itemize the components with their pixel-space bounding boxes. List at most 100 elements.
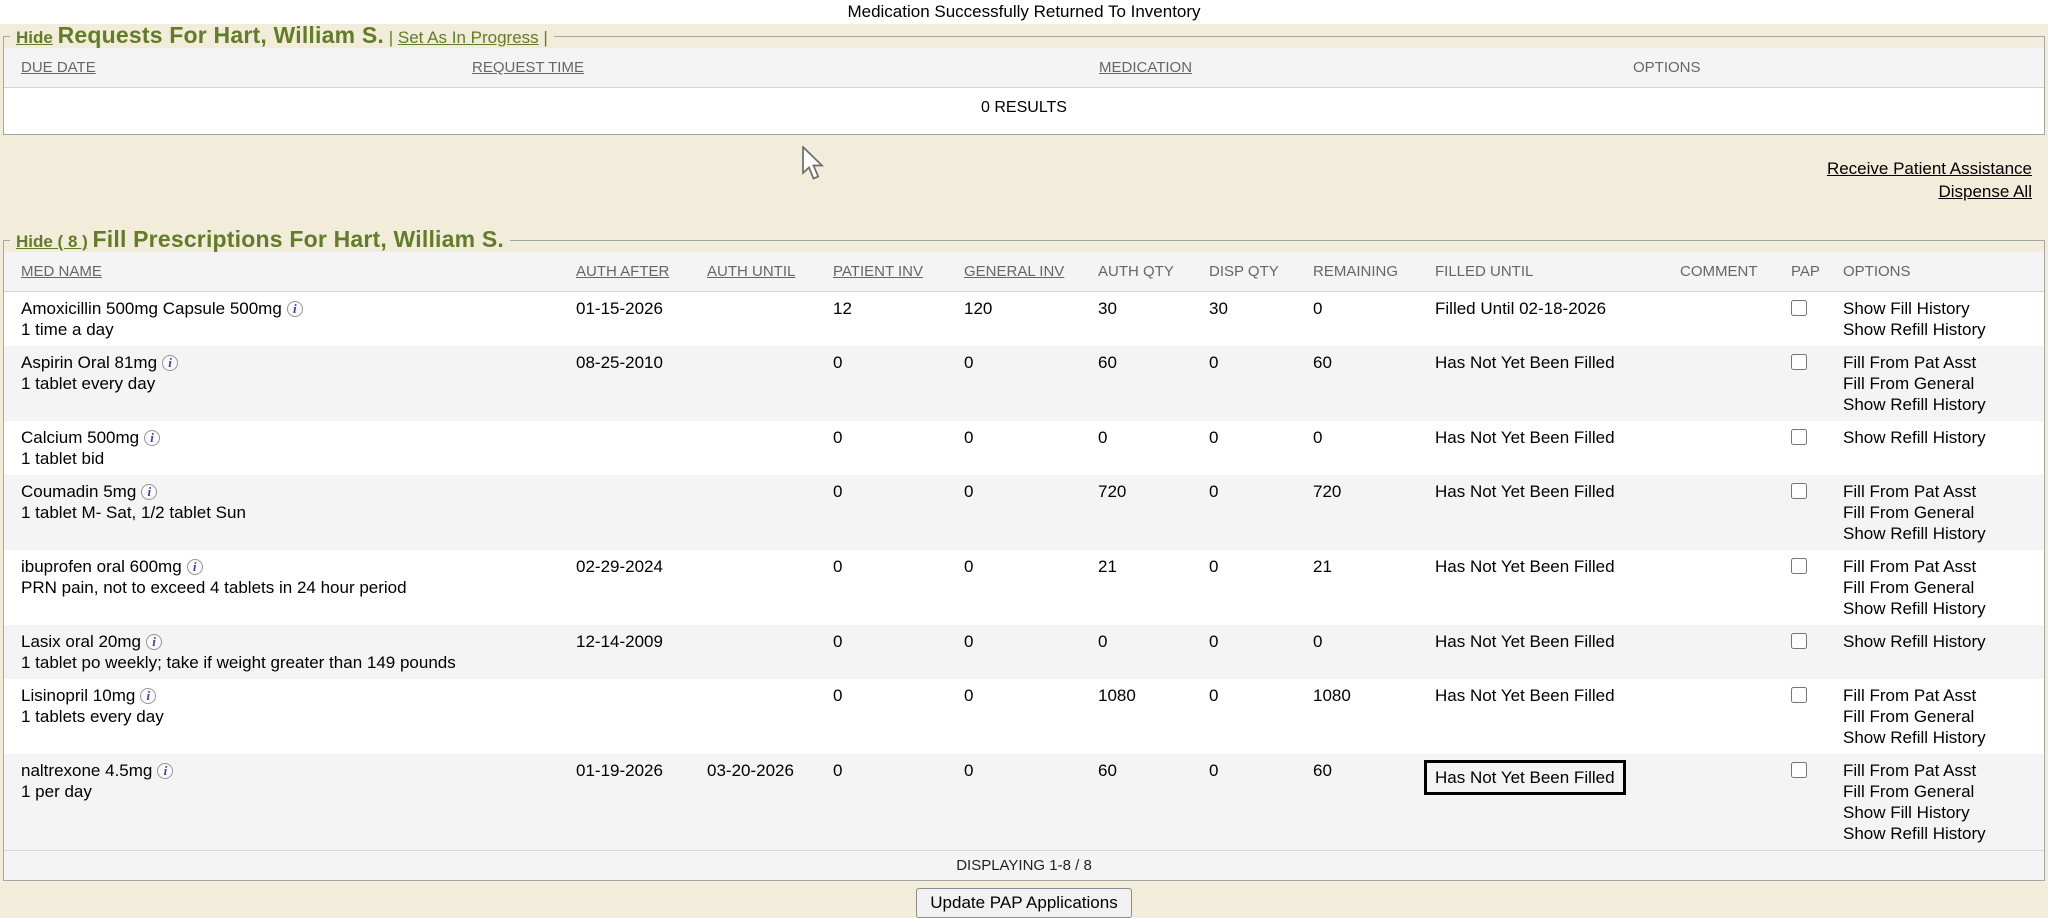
- med-cell: naltrexone 4.5mgi1 per day: [4, 754, 559, 851]
- sort-link-due-date[interactable]: DUE DATE: [21, 59, 96, 76]
- filled-until: Has Not Yet Been Filled: [1435, 428, 1615, 447]
- info-icon[interactable]: i: [187, 559, 203, 575]
- pap-checkbox[interactable]: [1791, 429, 1807, 445]
- option-fill-from-pat-asst[interactable]: Fill From Pat Asst: [1843, 685, 2040, 706]
- option-fill-from-general[interactable]: Fill From General: [1843, 781, 2040, 802]
- dispense-all-link[interactable]: Dispense All: [1938, 180, 2032, 203]
- cell-patient-inv: 0: [816, 754, 947, 851]
- col-label-disp-qty: DISP QTY: [1209, 263, 1279, 280]
- cell-auth-qty: 0: [1081, 421, 1192, 475]
- cell-pap: [1774, 679, 1826, 754]
- cell-comment: [1663, 754, 1774, 851]
- med-name: Calcium 500mg: [21, 428, 139, 447]
- option-show-refill-history[interactable]: Show Refill History: [1843, 631, 2040, 652]
- filled-until: Filled Until 02-18-2026: [1435, 299, 1606, 318]
- sort-link-medication[interactable]: MEDICATION: [1099, 59, 1192, 76]
- option-fill-from-general[interactable]: Fill From General: [1843, 373, 2040, 394]
- sort-link-general-inv[interactable]: GENERAL INV: [964, 263, 1064, 280]
- requests-table: DUE DATE REQUEST TIME MEDICATION OPTIONS…: [4, 48, 2044, 134]
- cell-comment: [1663, 679, 1774, 754]
- col-label-pap: PAP: [1791, 263, 1820, 280]
- cell-options: Show Refill History: [1826, 625, 2044, 679]
- option-show-fill-history[interactable]: Show Fill History: [1843, 298, 2040, 319]
- prescription-row: Coumadin 5mgi1 tablet M- Sat, 1/2 tablet…: [4, 475, 2044, 550]
- cell-comment: [1663, 292, 1774, 347]
- rx-col-pap: PAP: [1774, 252, 1826, 292]
- col-label-options: OPTIONS: [1633, 59, 1701, 76]
- med-cell: Aspirin Oral 81mgi1 tablet every day: [4, 346, 559, 421]
- med-name: Lasix oral 20mg: [21, 632, 141, 651]
- cell-auth-qty: 60: [1081, 754, 1192, 851]
- sort-link-med-name[interactable]: MED NAME: [21, 263, 102, 280]
- option-fill-from-general[interactable]: Fill From General: [1843, 577, 2040, 598]
- option-fill-from-pat-asst[interactable]: Fill From Pat Asst: [1843, 481, 2040, 502]
- cell-filled-until: Filled Until 02-18-2026: [1418, 292, 1663, 347]
- requests-title: Requests For Hart, William S.: [58, 22, 384, 48]
- med-cell: Coumadin 5mgi1 tablet M- Sat, 1/2 tablet…: [4, 475, 559, 550]
- info-icon[interactable]: i: [144, 430, 160, 446]
- info-icon[interactable]: i: [140, 688, 156, 704]
- option-show-refill-history[interactable]: Show Refill History: [1843, 427, 2040, 448]
- info-icon[interactable]: i: [141, 484, 157, 500]
- cell-pap: [1774, 754, 1826, 851]
- receive-patient-assistance-link[interactable]: Receive Patient Assistance: [1827, 157, 2032, 180]
- requests-empty-row: 0 RESULTS: [4, 88, 2044, 135]
- status-message-bar: Medication Successfully Returned To Inve…: [0, 0, 2048, 24]
- info-icon[interactable]: i: [157, 763, 173, 779]
- requests-col-options: OPTIONS: [1616, 48, 2044, 88]
- option-show-refill-history[interactable]: Show Refill History: [1843, 823, 2040, 844]
- option-fill-from-pat-asst[interactable]: Fill From Pat Asst: [1843, 352, 2040, 373]
- rx-col-remaining: REMAINING: [1296, 252, 1418, 292]
- cell-auth-qty: 60: [1081, 346, 1192, 421]
- sort-link-patient-inv[interactable]: PATIENT INV: [833, 263, 923, 280]
- filled-until: Has Not Yet Been Filled: [1435, 353, 1615, 372]
- option-show-refill-history[interactable]: Show Refill History: [1843, 523, 2040, 544]
- option-show-refill-history[interactable]: Show Refill History: [1843, 727, 2040, 748]
- rx-col-filled-until: FILLED UNTIL: [1418, 252, 1663, 292]
- cell-disp-qty: 0: [1192, 679, 1296, 754]
- status-message: Medication Successfully Returned To Inve…: [847, 2, 1200, 21]
- set-as-in-progress-link[interactable]: Set As In Progress: [398, 28, 539, 47]
- requests-hide-link[interactable]: Hide: [16, 28, 53, 47]
- option-show-refill-history[interactable]: Show Refill History: [1843, 319, 2040, 340]
- cell-patient-inv: 0: [816, 679, 947, 754]
- info-icon[interactable]: i: [146, 634, 162, 650]
- cell-remaining: 21: [1296, 550, 1418, 625]
- prescription-row: Aspirin Oral 81mgi1 tablet every day08-2…: [4, 346, 2044, 421]
- cell-disp-qty: 30: [1192, 292, 1296, 347]
- prescriptions-hide-link[interactable]: Hide ( 8 ): [16, 232, 88, 251]
- info-icon[interactable]: i: [287, 301, 303, 317]
- option-show-refill-history[interactable]: Show Refill History: [1843, 598, 2040, 619]
- pap-checkbox[interactable]: [1791, 633, 1807, 649]
- option-fill-from-pat-asst[interactable]: Fill From Pat Asst: [1843, 556, 2040, 577]
- pap-checkbox[interactable]: [1791, 558, 1807, 574]
- pap-checkbox[interactable]: [1791, 300, 1807, 316]
- option-fill-from-general[interactable]: Fill From General: [1843, 706, 2040, 727]
- rx-col-options: OPTIONS: [1826, 252, 2044, 292]
- pap-checkbox[interactable]: [1791, 687, 1807, 703]
- filled-until: Has Not Yet Been Filled: [1435, 632, 1615, 651]
- pap-checkbox[interactable]: [1791, 354, 1807, 370]
- cell-pap: [1774, 292, 1826, 347]
- pap-checkbox[interactable]: [1791, 483, 1807, 499]
- info-icon[interactable]: i: [162, 355, 178, 371]
- cell-auth-qty: 21: [1081, 550, 1192, 625]
- pap-checkbox[interactable]: [1791, 762, 1807, 778]
- option-show-refill-history[interactable]: Show Refill History: [1843, 394, 2040, 415]
- cell-patient-inv: 0: [816, 550, 947, 625]
- option-fill-from-pat-asst[interactable]: Fill From Pat Asst: [1843, 760, 2040, 781]
- sort-link-request-time[interactable]: REQUEST TIME: [472, 59, 584, 76]
- cell-auth-qty: 720: [1081, 475, 1192, 550]
- displaying-count: DISPLAYING 1-8 / 8: [4, 851, 2044, 881]
- cell-remaining: 60: [1296, 346, 1418, 421]
- filled-until: Has Not Yet Been Filled: [1435, 686, 1615, 705]
- prescription-row: Lisinopril 10mgi1 tablets every day00108…: [4, 679, 2044, 754]
- cell-comment: [1663, 550, 1774, 625]
- sort-link-auth-after[interactable]: AUTH AFTER: [576, 263, 669, 280]
- legend-separator: |: [389, 28, 393, 47]
- cell-auth-after: 01-19-2026: [559, 754, 690, 851]
- sort-link-auth-until[interactable]: AUTH UNTIL: [707, 263, 795, 280]
- med-name: Coumadin 5mg: [21, 482, 136, 501]
- update-pap-applications-button[interactable]: Update PAP Applications: [916, 888, 1131, 918]
- option-fill-from-general[interactable]: Fill From General: [1843, 502, 2040, 523]
